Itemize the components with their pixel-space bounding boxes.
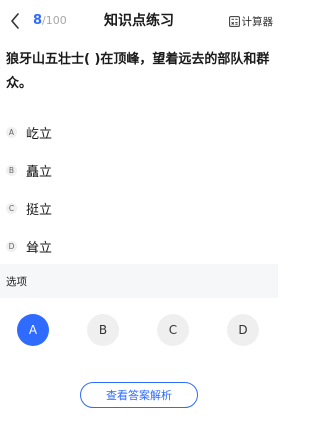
option-c[interactable]: C 挺立 bbox=[6, 189, 272, 227]
choice-button-b[interactable]: B bbox=[87, 314, 119, 346]
option-letter: D bbox=[6, 240, 17, 252]
option-text: 耸立 bbox=[26, 240, 53, 256]
current-question-number: 8 bbox=[33, 13, 43, 28]
option-letter: B bbox=[6, 164, 17, 176]
choice-button-c[interactable]: C bbox=[157, 314, 189, 346]
option-list: A 屹立 B 矗立 C 挺立 D 耸立 bbox=[6, 113, 272, 265]
back-button[interactable] bbox=[6, 11, 24, 31]
calculator-icon bbox=[228, 15, 240, 27]
option-a[interactable]: A 屹立 bbox=[6, 113, 272, 151]
option-letter: C bbox=[6, 202, 17, 214]
choice-button-d[interactable]: D bbox=[227, 314, 259, 346]
option-d[interactable]: D 耸立 bbox=[6, 227, 272, 265]
calculator-button[interactable]: 计算器 bbox=[228, 13, 274, 29]
total-question-count: 100 bbox=[45, 14, 67, 27]
answer-choices: A B C D bbox=[0, 298, 278, 362]
option-b[interactable]: B 矗立 bbox=[6, 151, 272, 189]
choice-button-a[interactable]: A bbox=[17, 314, 49, 346]
option-letter: A bbox=[6, 126, 17, 138]
calculator-label: 计算器 bbox=[241, 15, 274, 28]
question-text: 狼牙山五壮士( )在顶峰，望着远去的部队和群众。 bbox=[6, 52, 270, 91]
option-text: 挺立 bbox=[26, 202, 53, 218]
answer-section-header: 选项 bbox=[0, 264, 278, 298]
top-bar: 8 / 100 知识点练习 计算器 bbox=[0, 0, 278, 40]
option-text: 屹立 bbox=[26, 126, 53, 142]
view-analysis-button[interactable]: 查看答案解析 bbox=[80, 382, 198, 408]
option-text: 矗立 bbox=[26, 164, 53, 180]
chevron-left-icon bbox=[11, 13, 19, 29]
question-counter: 8 / 100 bbox=[33, 12, 67, 30]
answer-section-label: 选项 bbox=[6, 275, 27, 288]
